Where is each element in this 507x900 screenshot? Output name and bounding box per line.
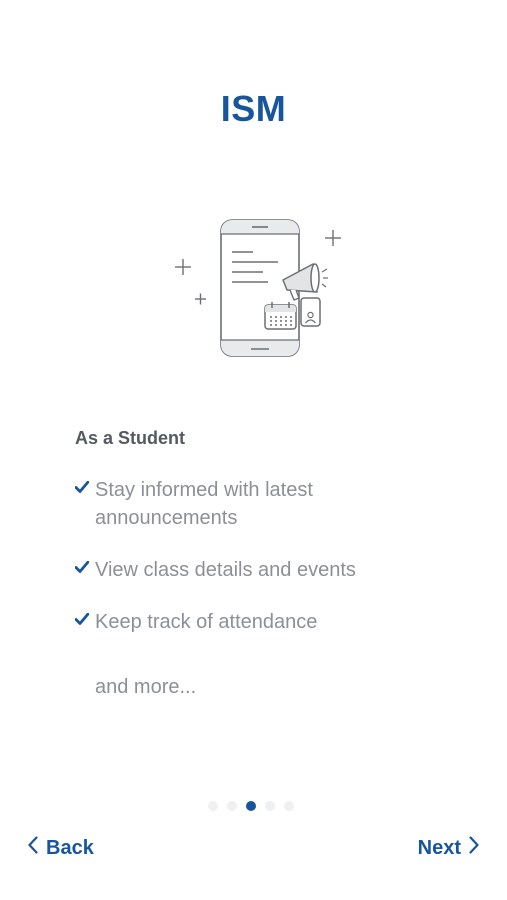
- plus-icon: [195, 293, 206, 305]
- next-label: Next: [417, 836, 461, 859]
- app-title: ISM: [220, 88, 287, 129]
- calendar-icon: [264, 302, 297, 330]
- feature-text: View class details and events: [95, 559, 356, 581]
- chevron-right-icon: [469, 836, 479, 860]
- id-card-icon: [300, 297, 321, 327]
- feature-item: Stay informed with latest announcements: [74, 476, 415, 532]
- page-dot[interactable]: [265, 801, 275, 811]
- page-dot-active[interactable]: [246, 801, 256, 811]
- next-button[interactable]: Next: [418, 836, 479, 860]
- role-heading: As a Student: [75, 428, 186, 448]
- page-indicator: [208, 801, 294, 811]
- page-dot[interactable]: [284, 801, 294, 811]
- check-icon: [74, 608, 95, 630]
- feature-item: View class details and events: [74, 556, 415, 584]
- plus-icon: [175, 259, 191, 275]
- feature-list: Stay informed with latest announcements …: [74, 476, 415, 660]
- page-dot[interactable]: [208, 801, 218, 811]
- feature-text: Keep track of attendance: [95, 611, 318, 633]
- plus-icon: [325, 230, 341, 246]
- feature-text: Stay informed with latest announcements: [95, 479, 313, 529]
- chevron-left-icon: [28, 836, 38, 860]
- phone-illustration-icon: [175, 219, 341, 357]
- check-icon: [74, 476, 95, 498]
- more-text: and more...: [95, 676, 197, 698]
- feature-item: Keep track of attendance: [74, 608, 415, 636]
- check-icon: [74, 556, 95, 578]
- back-button[interactable]: Back: [28, 836, 94, 860]
- back-label: Back: [46, 836, 94, 859]
- page-dot[interactable]: [227, 801, 237, 811]
